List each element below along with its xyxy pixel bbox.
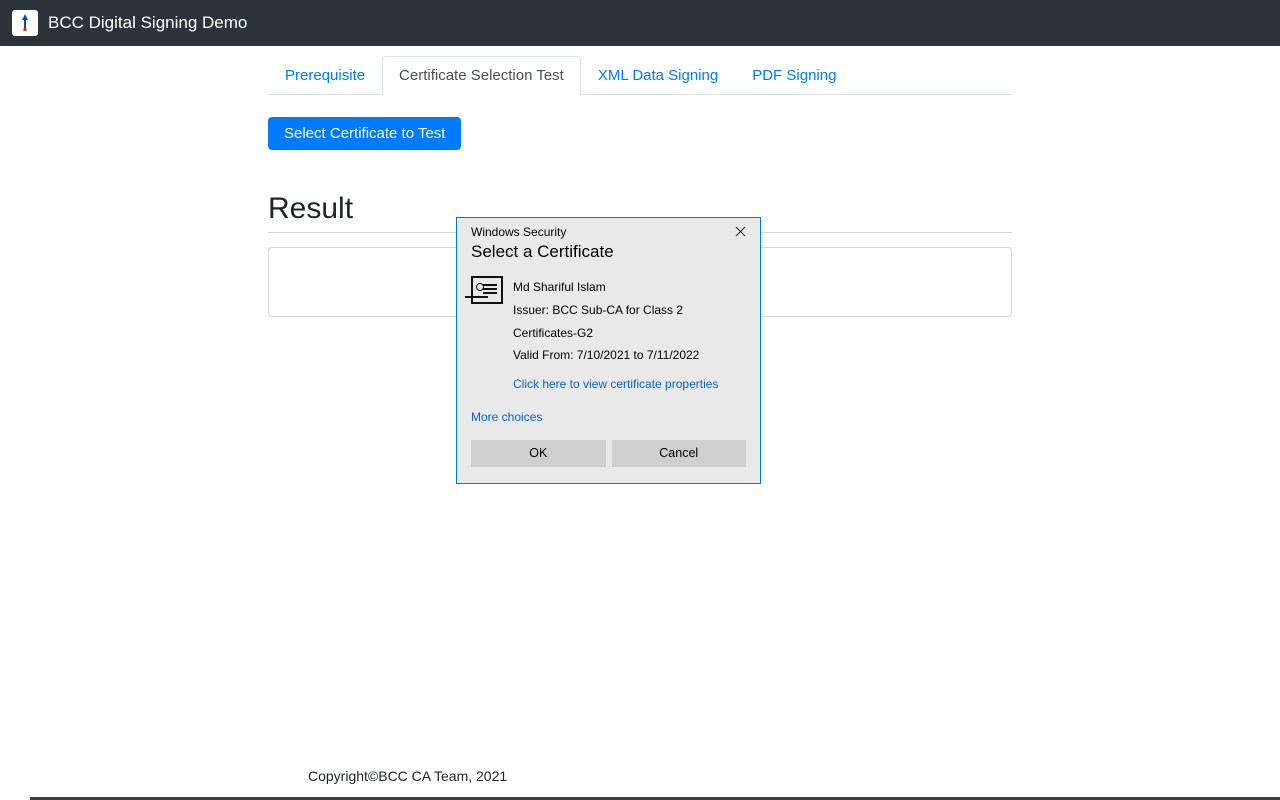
tab-bar: Prerequisite Certificate Selection Test … [268,56,1012,95]
certificate-subject: Md Shariful Islam [513,276,746,299]
tab-prerequisite[interactable]: Prerequisite [268,56,382,95]
cancel-button[interactable]: Cancel [612,440,747,467]
select-certificate-button[interactable]: Select Certificate to Test [268,117,461,150]
footer-text: Copyright©BCC CA Team, 2021 [308,768,507,784]
app-title: BCC Digital Signing Demo [48,13,247,33]
tab-certificate-selection-test[interactable]: Certificate Selection Test [382,56,581,95]
certificate-validity: Valid From: 7/10/2021 to 7/11/2022 [513,344,746,367]
windows-security-dialog: Windows Security Select a Certificate Md… [456,217,761,484]
certificate-icon [471,276,503,304]
close-icon [735,226,746,237]
certificate-issuer: Issuer: BCC Sub-CA for Class 2 Certifica… [513,299,746,345]
view-certificate-properties-link[interactable]: Click here to view certificate propertie… [513,373,718,396]
dialog-window-title: Windows Security [471,225,566,239]
dialog-close-button[interactable] [731,224,750,240]
ok-button[interactable]: OK [471,440,606,467]
more-choices-link[interactable]: More choices [457,396,556,428]
dialog-heading: Select a Certificate [457,242,760,272]
app-logo [12,10,38,36]
certificate-entry[interactable]: Md Shariful Islam Issuer: BCC Sub-CA for… [457,272,760,396]
pen-icon [18,13,32,33]
tab-pdf-signing[interactable]: PDF Signing [735,56,853,95]
app-header: BCC Digital Signing Demo [0,0,1280,46]
tab-xml-data-signing[interactable]: XML Data Signing [581,56,735,95]
